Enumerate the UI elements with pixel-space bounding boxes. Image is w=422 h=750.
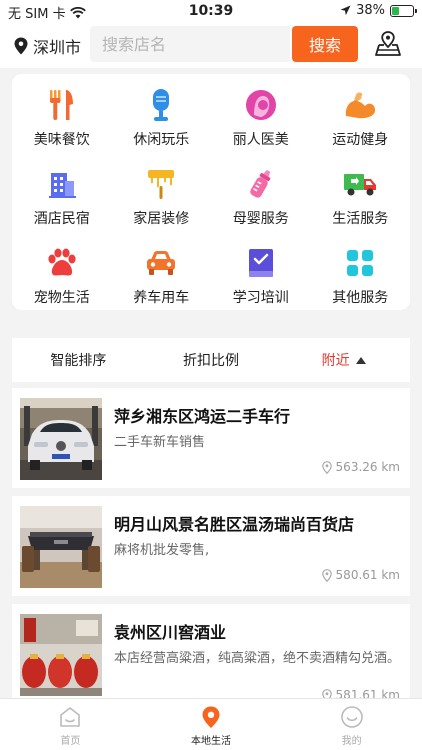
store-card[interactable]: 萍乡湘东区鸿运二手车行 二手车新车销售 563.26 km (12, 388, 410, 488)
tab-mine-label: 我的 (341, 736, 362, 747)
category-fitness[interactable]: 运动健身 (311, 82, 411, 161)
category-hotel[interactable]: 酒店民宿 (12, 161, 112, 240)
tab-local-label: 本地生活 (191, 736, 231, 747)
woman-icon (245, 90, 276, 120)
store-description: 二手车新车销售 (114, 435, 206, 450)
search-box (90, 26, 290, 62)
store-list: 萍乡湘东区鸿运二手车行 二手车新车销售 563.26 km 明月山风景名胜区温汤… (12, 388, 410, 712)
battery-percent: 38% (356, 3, 385, 18)
tab-home[interactable]: 首页 (0, 699, 141, 750)
paint-roller-icon (148, 170, 175, 199)
category-pet[interactable]: 宠物生活 (12, 240, 112, 319)
store-thumbnail (20, 614, 102, 696)
category-leisure[interactable]: 休闲玩乐 (112, 82, 212, 161)
store-distance: 563.26 km (321, 460, 400, 474)
store-card[interactable]: 袁州区川窖酒业 本店经营高粱酒，纯高粱酒，绝不卖酒精勾兑酒。 581.61 km (12, 604, 410, 704)
sort-nearby[interactable]: 附近 (277, 350, 410, 370)
book-icon (248, 249, 273, 277)
muscle-arm-icon (346, 92, 376, 119)
sort-smart[interactable]: 智能排序 (12, 350, 145, 370)
category-label: 学习培训 (232, 290, 289, 306)
category-label: 宠物生活 (33, 290, 90, 306)
baby-bottle-icon (250, 170, 271, 198)
distance-label: 580.61 km (335, 568, 400, 582)
city-selector[interactable]: 深圳市 (14, 34, 81, 58)
store-description: 麻将机批发零售, (114, 543, 210, 558)
store-thumbnail (20, 398, 102, 480)
header: 深圳市 搜索 (0, 22, 422, 68)
category-label: 美味餐饮 (33, 132, 90, 148)
delivery-truck-icon (344, 174, 377, 196)
category-label: 酒店民宿 (33, 211, 90, 227)
category-other[interactable]: 其他服务 (311, 240, 411, 319)
smiley-icon (340, 706, 363, 728)
location-pin-icon (321, 568, 332, 582)
home-icon (60, 707, 81, 727)
category-label: 生活服务 (332, 211, 389, 227)
tab-bar: 首页 本地生活 我的 (0, 698, 422, 750)
sort-discount[interactable]: 折扣比例 (145, 350, 278, 370)
category-car[interactable]: 养车用车 (112, 240, 212, 319)
store-distance: 580.61 km (321, 568, 400, 582)
microphone-icon (153, 89, 170, 121)
triangle-up-icon (355, 357, 366, 364)
store-name: 萍乡湘东区鸿运二手车行 (114, 407, 291, 426)
category-dining[interactable]: 美味餐饮 (12, 82, 112, 161)
category-home-decor[interactable]: 家居装修 (112, 161, 212, 240)
location-pin-icon (321, 460, 332, 474)
status-bar: 无 SIM 卡 10:39 38% (0, 0, 422, 22)
map-pin-icon (375, 31, 401, 56)
sort-nearby-label: 附近 (321, 353, 350, 369)
grid-icon (347, 250, 374, 276)
store-thumbnail (20, 506, 102, 588)
category-grid: 美味餐饮 休闲玩乐 丽人医美 运动健身 酒店民宿 家居装修 母婴服务 生活服务 … (12, 74, 410, 310)
location-arrow-icon (340, 5, 351, 16)
store-name: 袁州区川窖酒业 (114, 623, 227, 642)
category-label: 其他服务 (332, 290, 389, 306)
location-pin-icon (202, 706, 220, 728)
category-label: 丽人医美 (232, 132, 289, 148)
paw-icon (48, 248, 76, 276)
category-mother-baby[interactable]: 母婴服务 (211, 161, 311, 240)
store-name: 明月山风景名胜区温汤瑞尚百货店 (114, 515, 355, 534)
sort-bar: 智能排序 折扣比例 附近 (12, 338, 410, 382)
distance-label: 563.26 km (335, 460, 400, 474)
category-life-service[interactable]: 生活服务 (311, 161, 411, 240)
category-label: 运动健身 (332, 132, 389, 148)
category-label: 母婴服务 (232, 211, 289, 227)
category-beauty[interactable]: 丽人医美 (211, 82, 311, 161)
city-label: 深圳市 (33, 38, 82, 57)
search-input[interactable] (90, 26, 290, 62)
category-label: 休闲玩乐 (133, 132, 190, 148)
location-pin-icon (14, 37, 28, 55)
store-card[interactable]: 明月山风景名胜区温汤瑞尚百货店 麻将机批发零售, 580.61 km (12, 496, 410, 596)
battery-icon (390, 4, 417, 17)
car-icon (147, 251, 176, 275)
tab-local-life[interactable]: 本地生活 (141, 699, 282, 750)
map-button[interactable] (374, 30, 402, 58)
store-description: 本店经营高粱酒，纯高粱酒，绝不卖酒精勾兑酒。 (114, 651, 401, 666)
category-label: 养车用车 (133, 290, 190, 306)
tab-home-label: 首页 (60, 736, 81, 747)
tab-mine[interactable]: 我的 (281, 699, 422, 750)
category-label: 家居装修 (133, 211, 190, 227)
category-education[interactable]: 学习培训 (211, 240, 311, 319)
hotel-building-icon (48, 173, 76, 198)
fork-knife-icon (49, 90, 73, 120)
search-button[interactable]: 搜索 (292, 26, 358, 62)
